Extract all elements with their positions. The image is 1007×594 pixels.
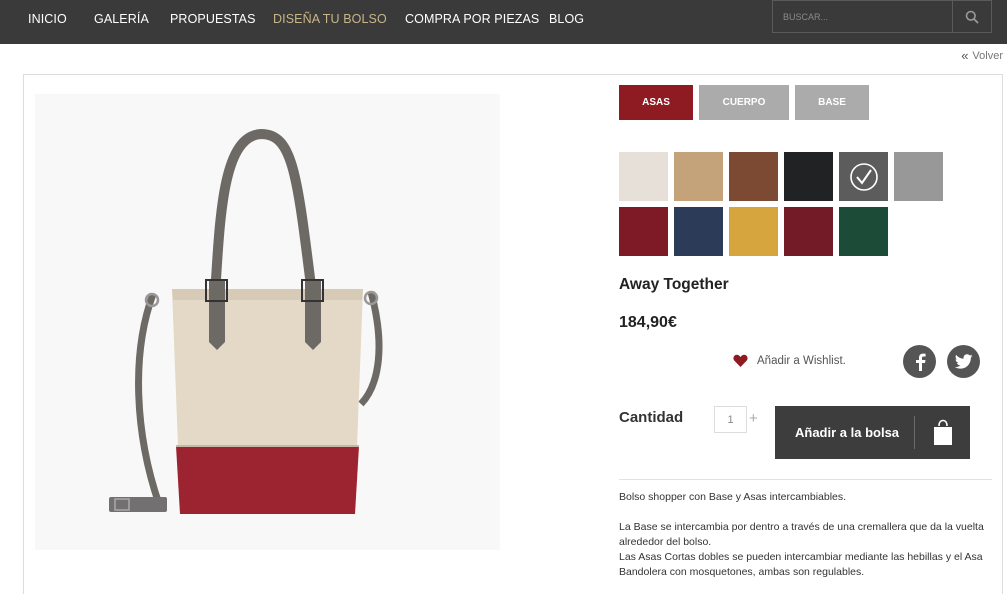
- shopping-bag-icon: [934, 419, 952, 445]
- wishlist-link[interactable]: Añadir a Wishlist.: [733, 354, 846, 368]
- tab-base[interactable]: BASE: [795, 85, 869, 120]
- quantity-label: Cantidad: [619, 409, 684, 426]
- search-icon: [965, 10, 979, 24]
- back-link[interactable]: « Volver: [961, 48, 1003, 63]
- tote-bag-illustration: [109, 128, 383, 514]
- product-price: 184,90€: [619, 314, 677, 331]
- quantity-input[interactable]: [714, 406, 747, 433]
- add-to-bag-button[interactable]: Añadir a la bolsa: [775, 406, 970, 459]
- nav-galeria[interactable]: GALERÍA: [94, 0, 149, 44]
- nav-compra-por-piezas[interactable]: COMPRA POR PIEZAS: [405, 0, 539, 44]
- swatch-mustard[interactable]: [729, 207, 778, 256]
- swatch-dark-grey-selected[interactable]: [839, 152, 888, 201]
- twitter-icon: [954, 354, 972, 369]
- product-title: Away Together: [619, 276, 729, 293]
- wishlist-label: Añadir a Wishlist.: [757, 355, 846, 367]
- search-input[interactable]: [772, 0, 953, 33]
- swatch-black[interactable]: [784, 152, 833, 201]
- tab-asas[interactable]: ASAS: [619, 85, 693, 120]
- top-navigation: INICIO GALERÍA PROPUESTAS DISEÑA TU BOLS…: [0, 0, 1007, 44]
- nav-blog[interactable]: BLOG: [549, 0, 584, 44]
- description-intro: Bolso shopper con Base y Asas intercambi…: [619, 491, 847, 503]
- description-base: La Base se intercambia por dentro a trav…: [619, 521, 984, 548]
- swatch-tan[interactable]: [674, 152, 723, 201]
- swatch-green[interactable]: [839, 207, 888, 256]
- back-link-label: Volver: [972, 49, 1003, 62]
- double-chevron-left-icon: «: [961, 48, 969, 63]
- description-asas: Las Asas Cortas dobles se pueden interca…: [619, 551, 983, 578]
- divider: [619, 479, 992, 480]
- swatch-burgundy[interactable]: [619, 207, 668, 256]
- checkmark-icon: [849, 162, 878, 191]
- nav-propuestas[interactable]: PROPUESTAS: [170, 0, 256, 44]
- add-to-bag-label: Añadir a la bolsa: [795, 425, 900, 440]
- search-button[interactable]: [953, 0, 992, 33]
- quantity-increment-button[interactable]: +: [749, 410, 758, 427]
- swatch-cream[interactable]: [619, 152, 668, 201]
- nav-inicio[interactable]: INICIO: [28, 0, 67, 44]
- swatch-grey[interactable]: [894, 152, 943, 201]
- tab-cuerpo[interactable]: CUERPO: [699, 85, 789, 120]
- nav-disena-tu-bolso[interactable]: DISEÑA TU BOLSO: [273, 0, 387, 44]
- button-divider: [914, 416, 915, 449]
- heart-icon: [733, 354, 748, 367]
- swatch-wine[interactable]: [784, 207, 833, 256]
- product-image: [35, 94, 500, 550]
- swatch-navy[interactable]: [674, 207, 723, 256]
- facebook-icon: [915, 353, 926, 371]
- facebook-button[interactable]: [903, 345, 936, 378]
- swatch-brown[interactable]: [729, 152, 778, 201]
- twitter-button[interactable]: [947, 345, 980, 378]
